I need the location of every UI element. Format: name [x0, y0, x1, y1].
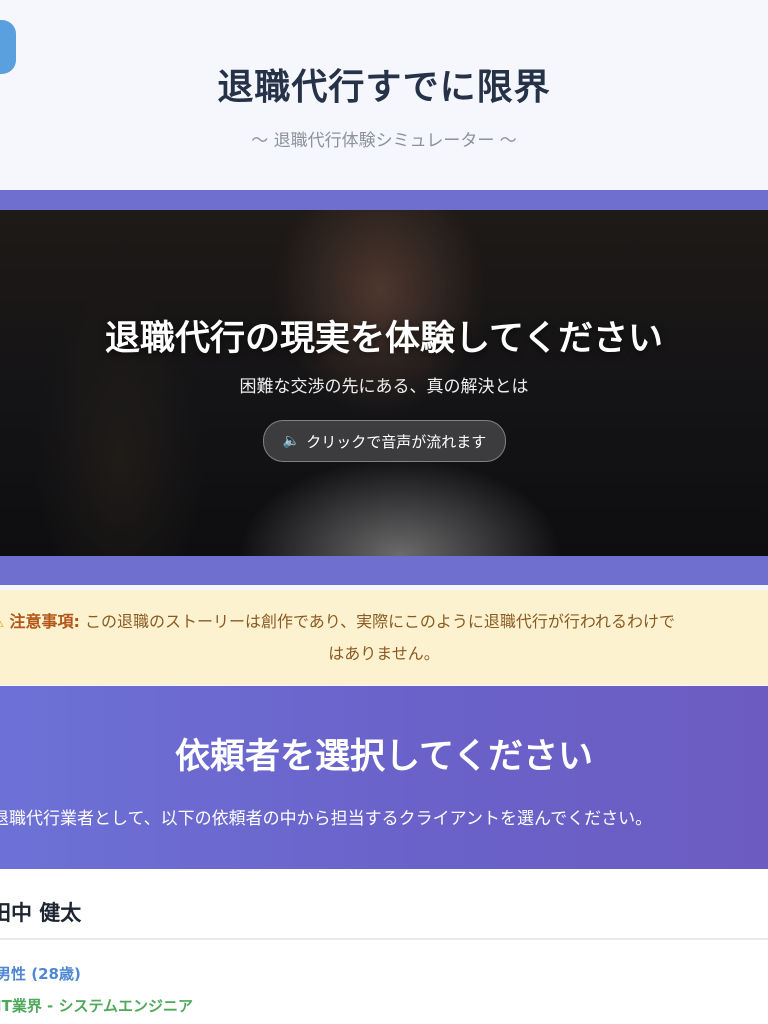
notice-text-1: この退職のストーリーは創作であり、実際にこのように退職代行が行われるわけで	[84, 612, 676, 631]
speaker-icon: 🔈	[282, 433, 301, 449]
select-title: 依頼者を選択してください	[175, 737, 593, 777]
site-title: 退職代行すでに限界	[217, 67, 551, 108]
client-card[interactable]: 田中 健太 男性 (28歳) IT業界 - システムエンジニア	[0, 869, 768, 1024]
play-audio-label: クリックで音声が流れます	[306, 432, 487, 451]
hero-subtitle: 困難な交渉の先にある、真の解決とは	[239, 377, 529, 397]
hero-title: 退職代行の現実を体験してください	[105, 319, 663, 359]
play-audio-button[interactable]: 🔈 クリックで音声が流れます	[263, 420, 506, 462]
page-header: 退職代行すでに限界 〜 退職代行体験シミュレーター 〜	[0, 0, 768, 190]
card-divider	[0, 938, 768, 940]
notice-text-2: はありません。	[328, 644, 440, 663]
client-select-section: 依頼者を選択してください 退職代行業者として、以下の依頼者の中から担当するクライ…	[0, 686, 768, 869]
select-description: 退職代行業者として、以下の依頼者の中から担当するクライアントを選んでください。	[0, 809, 653, 829]
notice-line-1: ⚠ 注意事項: この退職のストーリーは創作であり、実際にこのように退職代行が行わ…	[0, 608, 768, 632]
site-subtitle: 〜 退職代行体験シミュレーター 〜	[251, 131, 517, 151]
client-name: 田中 健太	[0, 901, 82, 925]
notice-label: 注意事項:	[9, 612, 80, 631]
disclaimer-notice: ⚠ 注意事項: この退職のストーリーは創作であり、実際にこのように退職代行が行わ…	[0, 590, 768, 685]
hero-banner: 退職代行の現実を体験してください 困難な交渉の先にある、真の解決とは 🔈 クリッ…	[0, 210, 768, 556]
client-gender-age: 男性 (28歳)	[0, 965, 81, 983]
client-industry-job: IT業界 - システムエンジニア	[0, 997, 194, 1015]
warning-icon: ⚠	[0, 612, 4, 631]
